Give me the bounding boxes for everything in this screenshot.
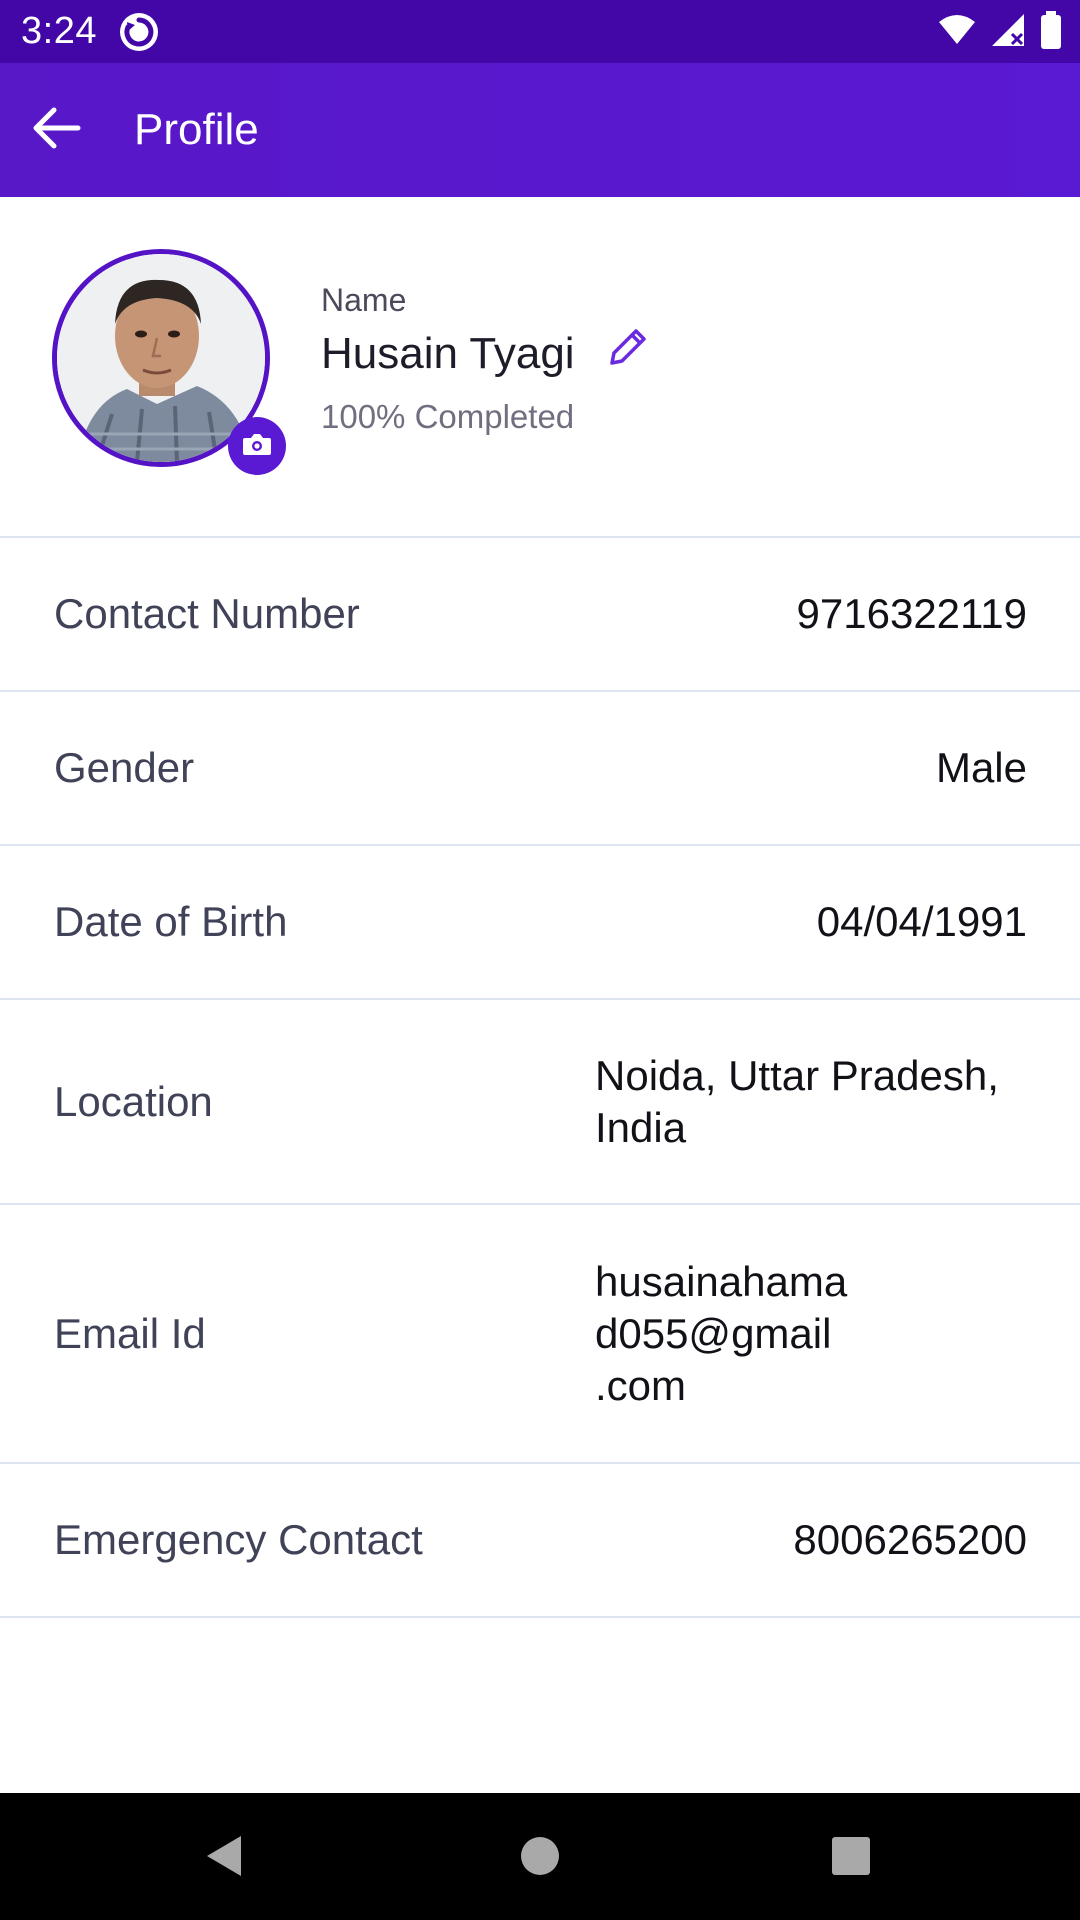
profile-details-list: Contact Number 9716322119 Gender Male Da… [0, 538, 1080, 1618]
detail-label: Email Id [54, 1309, 206, 1357]
detail-row-date-of-birth: Date of Birth 04/04/1991 [0, 846, 1080, 1000]
name-label: Name [321, 282, 407, 318]
detail-row-emergency-contact: Emergency Contact 8006265200 [0, 1464, 1080, 1618]
wifi-icon [938, 14, 976, 51]
status-icons [938, 10, 1062, 54]
detail-value: 8006265200 [793, 1516, 1027, 1563]
camera-icon [242, 431, 272, 462]
detail-value: 9716322119 [796, 590, 1027, 637]
app-bar: Profile [0, 63, 1080, 197]
avatar-container [52, 249, 286, 475]
change-photo-button[interactable] [228, 417, 286, 475]
profile-completion: 100% Completed [321, 398, 575, 435]
detail-label: Emergency Contact [54, 1516, 423, 1563]
sync-app-icon [118, 11, 160, 53]
nav-recents-icon [829, 1834, 873, 1883]
nav-home-button[interactable] [505, 1823, 575, 1893]
status-time: 3:24 [21, 10, 97, 52]
nav-back-button[interactable] [190, 1823, 260, 1893]
detail-label: Location [54, 1077, 213, 1125]
cell-signal-icon [990, 12, 1026, 53]
battery-icon [1040, 10, 1062, 54]
profile-header: Name Husain Tyagi 100% Completed [0, 197, 1080, 538]
pencil-icon [604, 323, 652, 376]
nav-back-icon [201, 1832, 249, 1885]
edit-name-button[interactable] [600, 321, 656, 377]
detail-row-email: Email Id husainahama d055@gmail .com [0, 1205, 1080, 1464]
back-button[interactable] [24, 98, 88, 162]
profile-screen: 3:24 Profile Name Husain Tyagi 100% Comp… [0, 0, 1080, 1920]
nav-recents-button[interactable] [816, 1823, 886, 1893]
detail-row-gender: Gender Male [0, 692, 1080, 846]
detail-value: husainahama d055@gmail .com [595, 1257, 848, 1409]
detail-value: 04/04/1991 [816, 898, 1027, 945]
detail-label: Date of Birth [54, 898, 288, 945]
status-bar: 3:24 [0, 0, 1080, 63]
detail-value: Noida, Uttar Pradesh, India [595, 1051, 999, 1151]
profile-name: Husain Tyagi [321, 329, 575, 378]
arrow-back-icon [28, 100, 84, 161]
detail-row-location: Location Noida, Uttar Pradesh, India [0, 1000, 1080, 1205]
detail-label: Contact Number [54, 590, 360, 637]
nav-home-icon [518, 1834, 562, 1883]
page-title: Profile [134, 105, 259, 154]
detail-label: Gender [54, 744, 195, 791]
detail-row-contact-number: Contact Number 9716322119 [0, 538, 1080, 692]
system-nav-bar [0, 1793, 1080, 1920]
detail-value: Male [935, 744, 1027, 791]
